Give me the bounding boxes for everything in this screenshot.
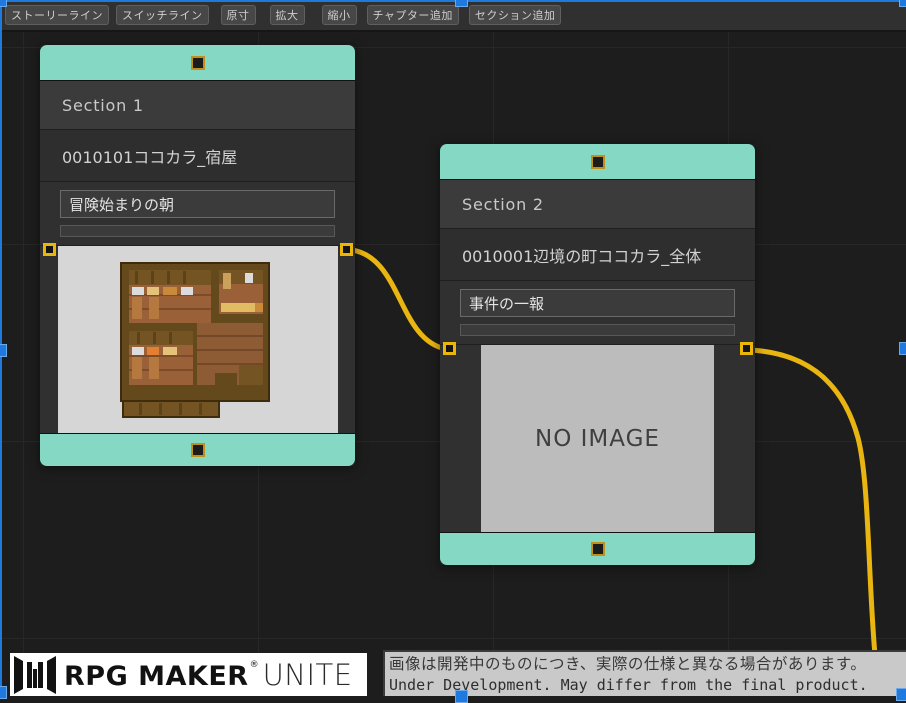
node-title: Section 2 [462,195,544,214]
node-title-row[interactable]: Section 1 [40,81,355,130]
brand-unite: UNITE [263,658,353,692]
actual-size-button[interactable]: 原寸 [221,5,256,25]
section-2-node[interactable]: Section 2 0010001辺境の町ココカラ_全体 NO IMAGE [440,144,755,565]
selection-handle-top-left[interactable] [0,0,7,7]
selection-handle-top-middle[interactable] [455,0,468,7]
node-map-id-row[interactable]: 0010101ココカラ_宿屋 [40,130,355,182]
switchline-button[interactable]: スイッチライン [116,5,209,25]
map-thumbnail-placeholder[interactable]: NO IMAGE [481,345,714,532]
node-image-section: NO IMAGE [440,345,755,532]
node-header-bar[interactable] [40,45,355,81]
storyline-button[interactable]: ストーリーライン [5,5,109,25]
zoom-out-button[interactable]: 縮小 [322,5,357,25]
connector-port-bottom-icon[interactable] [191,443,205,457]
selection-handle-bottom-middle[interactable] [455,690,468,703]
node-map-id: 0010101ココカラ_宿屋 [62,144,237,168]
output-port-icon[interactable] [740,342,753,355]
rpg-maker-logo-icon [13,656,57,694]
add-section-button[interactable]: セクション追加 [469,5,562,25]
progress-track[interactable] [460,324,735,336]
selection-handle-right-middle[interactable] [899,342,906,355]
disclaimer-text-ja: 画像は開発中のものにつき、実際の仕様と異なる場合があります。 [389,654,906,675]
memo-input[interactable] [60,190,335,218]
input-port-icon[interactable] [443,342,456,355]
inn-map-image [115,261,281,419]
node-title: Section 1 [62,96,144,115]
connector-port-top-icon[interactable] [191,56,205,70]
node-memo-section [440,281,755,345]
node-header-bar[interactable] [440,144,755,180]
node-memo-section [40,182,355,246]
node-footer-bar[interactable] [440,532,755,565]
selection-handle-bottom-left[interactable] [0,686,7,699]
map-thumbnail[interactable] [58,246,338,433]
add-chapter-button[interactable]: チャプター追加 [367,5,459,25]
node-title-row[interactable]: Section 2 [440,180,755,229]
selection-handle-bottom-right[interactable] [896,688,906,701]
selection-handle-left-middle[interactable] [0,344,7,357]
node-footer-bar[interactable] [40,433,355,466]
connector-port-bottom-icon[interactable] [591,542,605,556]
registered-mark-icon: ® [250,660,259,670]
brand-rpg-maker: RPG MAKER [64,661,249,692]
selection-handle-top-right[interactable] [899,0,906,7]
node-image-section [40,246,355,433]
progress-track[interactable] [60,225,335,237]
connector-port-top-icon[interactable] [591,155,605,169]
zoom-in-button[interactable]: 拡大 [270,5,305,25]
no-image-label: NO IMAGE [535,426,660,452]
selection-border-top [0,0,906,2]
output-port-icon[interactable] [340,243,353,256]
node-map-id-row[interactable]: 0010001辺境の町ココカラ_全体 [440,229,755,281]
node-map-id: 0010001辺境の町ココカラ_全体 [462,243,701,267]
section-1-node[interactable]: Section 1 0010101ココカラ_宿屋 [40,45,355,466]
outline-editor-toolbar: ストーリーライン スイッチライン 原寸 拡大 縮小 チャプター追加 セクション追… [0,0,906,32]
rpg-maker-unite-logo: RPG MAKER ® UNITE [10,653,367,696]
memo-input[interactable] [460,289,735,317]
input-port-icon[interactable] [43,243,56,256]
